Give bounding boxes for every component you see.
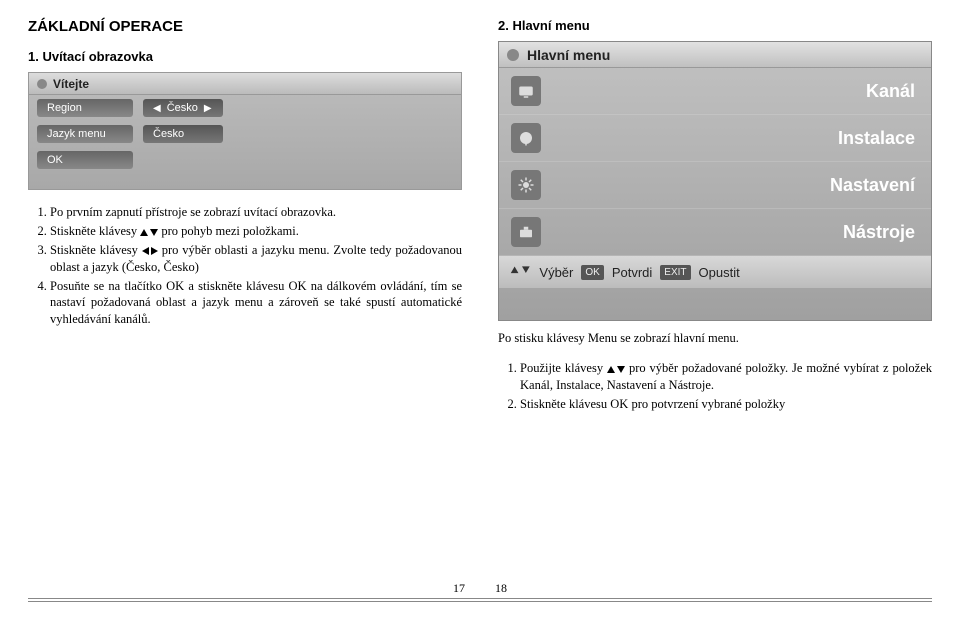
toolbox-icon: [511, 217, 541, 247]
footer-opustit: Opustit: [699, 265, 740, 280]
tv-icon: [511, 76, 541, 106]
page-numbers: 17 18: [0, 581, 960, 596]
menu-item-instalace[interactable]: Instalace: [499, 115, 931, 162]
triangle-down-icon: [617, 366, 625, 373]
window-icon: [507, 49, 519, 61]
li-2b: pro pohyb mezi položkami.: [161, 224, 298, 238]
rli-1a: Použijte klávesy: [520, 361, 603, 375]
exit-key-icon: EXIT: [660, 265, 690, 280]
triangle-down-icon: [150, 229, 158, 236]
rli-1: Použijte klávesy pro výběr požadované po…: [520, 360, 932, 394]
subsection-main-menu: 2. Hlavní menu: [498, 18, 932, 33]
triangle-up-icon: [607, 366, 615, 373]
right-para: Po stisku klávesy Menu se zobrazí hlavní…: [498, 331, 932, 346]
menu-label: Kanál: [866, 81, 915, 102]
menu-label: Nástroje: [843, 222, 915, 243]
region-select[interactable]: ◀ Česko ▶: [143, 99, 223, 117]
subsection-welcome: 1. Uvítací obrazovka: [28, 49, 462, 64]
welcome-screenshot: Vítejte Region ◀ Česko ▶ Jazyk menu Česk…: [28, 72, 462, 190]
chevron-left-icon: ◀: [153, 103, 161, 114]
li-4: Posuňte se na tlačítko OK a stiskněte kl…: [50, 278, 462, 329]
li-2: Stiskněte klávesy pro pohyb mezi položka…: [50, 223, 462, 240]
window-icon: [37, 79, 47, 89]
language-select[interactable]: Česko: [143, 125, 223, 143]
ok-key-icon: OK: [581, 265, 603, 280]
menu-item-nastroje[interactable]: Nástroje: [499, 209, 931, 256]
page-num-right: 18: [495, 581, 507, 596]
gear-icon: [511, 170, 541, 200]
page-num-left: 17: [453, 581, 465, 596]
page-divider: [28, 598, 932, 602]
triangle-right-icon: [151, 247, 158, 255]
ok-button[interactable]: OK: [37, 151, 133, 169]
region-label: Region: [37, 99, 133, 117]
region-value: Česko: [167, 102, 198, 114]
menu-label: Instalace: [838, 128, 915, 149]
footer-potvrdi: Potvrdi: [612, 265, 652, 280]
li-3a: Stiskněte klávesy: [50, 243, 138, 257]
language-label: Jazyk menu: [37, 125, 133, 143]
main-menu-title: Hlavní menu: [527, 47, 610, 63]
triangle-up-icon: [140, 229, 148, 236]
left-instructions: Po prvním zapnutí přístroje se zobrazí u…: [28, 204, 462, 328]
menu-item-kanal[interactable]: Kanál: [499, 68, 931, 115]
li-1: Po prvním zapnutí přístroje se zobrazí u…: [50, 204, 462, 221]
main-menu-screenshot: Hlavní menu Kanál Instalace Nastavení Ná…: [498, 41, 932, 321]
section-heading: ZÁKLADNÍ OPERACE: [28, 18, 462, 35]
menu-label: Nastavení: [830, 175, 915, 196]
menu-item-nastaveni[interactable]: Nastavení: [499, 162, 931, 209]
chevron-right-icon: ▶: [204, 103, 212, 114]
footer-vyber: Výběr: [539, 265, 573, 280]
language-value: Česko: [153, 128, 184, 140]
li-3: Stiskněte klávesy pro výběr oblasti a ja…: [50, 242, 462, 276]
nav-arrows-icon: ⯅⯆: [509, 264, 531, 280]
triangle-left-icon: [142, 247, 149, 255]
welcome-title: Vítejte: [53, 77, 89, 91]
right-instructions: Použijte klávesy pro výběr požadované po…: [498, 360, 932, 413]
rli-2: Stiskněte klávesu OK pro potvrzení vybra…: [520, 396, 932, 413]
li-2a: Stiskněte klávesy: [50, 224, 137, 238]
dish-icon: [511, 123, 541, 153]
